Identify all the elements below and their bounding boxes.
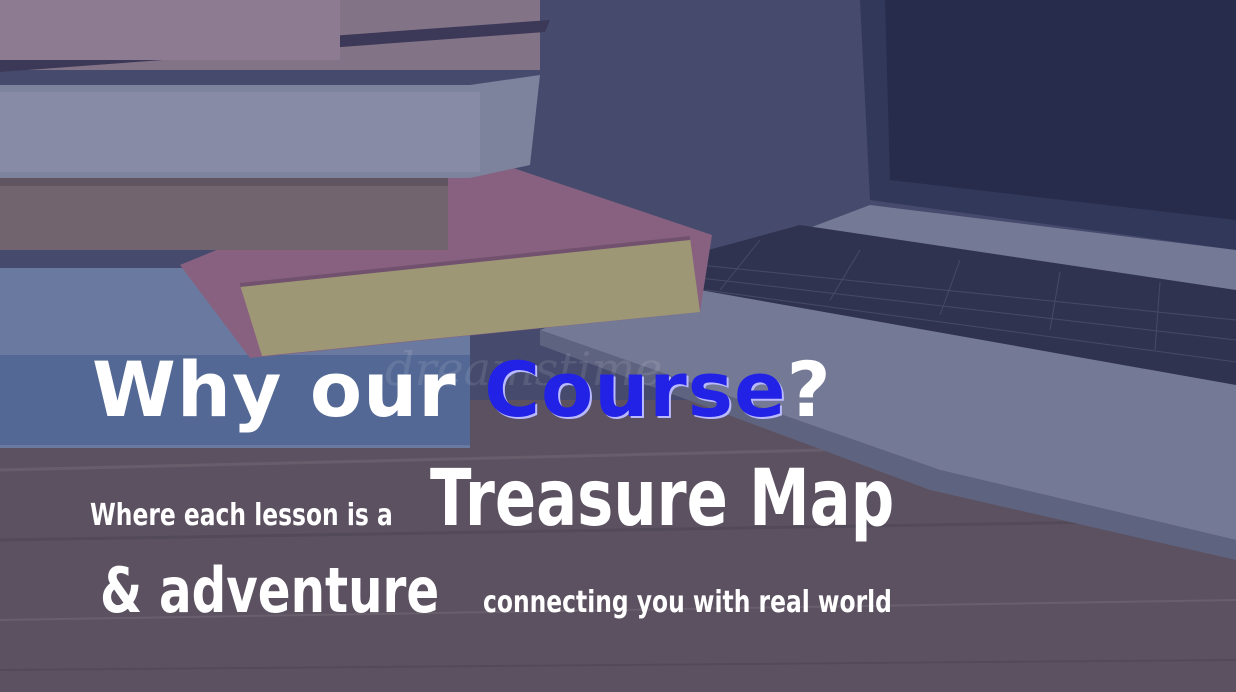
headline-suffix: ? [786,345,832,434]
tagline-line-2: & adventure connecting you with real worl… [100,560,1007,622]
headline-prefix: Why our [92,345,457,434]
slide: dreamstime Why our Course? Where each le… [0,0,1236,692]
tagline-part1: Where each lesson is a [90,498,393,533]
slide-headline: Why our Course? [92,352,832,428]
tagline-part4: connecting you with real world [482,585,892,620]
tagline-line-1: Where each lesson is a Treasure Map [90,460,1025,538]
headline-highlight: Course [484,345,787,434]
tagline-part2: Treasure Map [430,454,895,544]
tagline-part3: & adventure [100,554,440,627]
